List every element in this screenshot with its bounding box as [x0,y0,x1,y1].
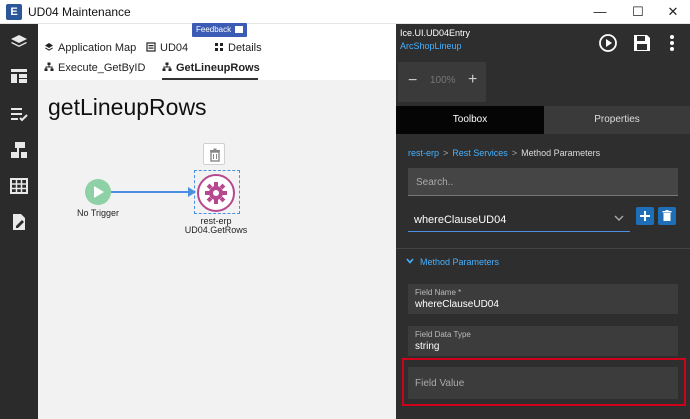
delete-parameter-button[interactable] [658,207,676,225]
tab-properties[interactable]: Properties [544,106,690,134]
chevron-down-icon [406,258,414,264]
tab-label: GetLineupRows [176,62,260,74]
feedback-chat-icon [235,26,244,33]
form-icon [146,42,156,52]
field-name-label: Field Name * [415,288,462,297]
feedback-label: Feedback [196,25,232,34]
properties-panel: Ice.UI.UD04Entry ArcShopLineup − 100% + … [396,24,690,419]
tab-execute-getbyid[interactable]: Execute_GetByID [44,62,145,74]
tab-label: Details [228,42,262,54]
parameter-select[interactable]: whereClauseUD04 [408,206,630,232]
field-data-type-input[interactable]: Field Data Type string [408,326,678,356]
trash-icon [662,210,672,221]
gear-icon [205,182,227,204]
field-value-placeholder: Field Value [415,378,465,389]
feedback-button[interactable]: Feedback [192,23,248,37]
active-tab-indicator [162,78,258,80]
run-button[interactable] [598,33,618,53]
edit-doc-icon[interactable] [9,212,29,232]
trigger-label: No Trigger [76,208,120,218]
zoom-control: − 100% + [398,62,486,102]
search-input[interactable]: Search.. [408,168,678,196]
details-icon [215,43,223,51]
field-data-type-label: Field Data Type [415,330,471,339]
more-options-button[interactable] [662,33,682,53]
grid-icon[interactable] [9,176,29,196]
tab-ud04[interactable]: UD04 [146,42,188,54]
close-button[interactable]: ✕ [655,0,690,24]
layout-icon[interactable] [9,66,29,86]
field-data-type-value: string [415,341,440,352]
parameter-select-value: whereClauseUD04 [414,214,507,226]
field-name-value: whereClauseUD04 [415,299,499,310]
search-placeholder: Search.. [416,177,454,188]
play-icon [94,186,104,198]
method-parameters-section-toggle[interactable]: Method Parameters [406,257,499,267]
chevron-down-icon [614,215,624,221]
tab-label: Application Map [58,42,137,54]
maximize-button[interactable]: ☐ [620,0,656,24]
zoom-in-button[interactable]: + [468,71,477,89]
breadcrumb-separator: > [511,148,518,158]
panel-tabs: Toolbox Properties [396,106,690,134]
tabs-bar: Feedback Application Map UD04 Details Ex… [38,23,396,80]
tab-toolbox[interactable]: Toolbox [396,106,544,134]
breadcrumb-rest-services[interactable]: Rest Services [452,148,508,158]
panel-subtitle-link[interactable]: ArcShopLineup [400,41,462,51]
zoom-level: 100% [430,75,456,86]
panel-title: Ice.UI.UD04Entry [400,28,471,38]
floppy-disk-icon [634,35,650,51]
play-circle-icon [599,34,617,52]
rest-erp-node[interactable] [197,174,235,212]
app-logo-icon: E [6,4,22,20]
breadcrumb-method-parameters: Method Parameters [521,148,601,158]
method-icon [44,62,54,71]
flow-connector[interactable] [111,191,191,193]
breadcrumb-separator: > [443,148,449,158]
checklist-icon[interactable] [9,104,29,124]
field-value-input[interactable]: Field Value [408,367,678,399]
designer-canvas[interactable]: Feedback Application Map UD04 Details Ex… [38,23,396,419]
kebab-menu-icon [670,35,674,51]
breadcrumb-rest-erp[interactable]: rest-erp [408,148,439,158]
trash-icon [210,148,220,162]
tab-application-map[interactable]: Application Map [44,42,136,54]
section-title: Method Parameters [420,257,500,267]
window-title: UD04 Maintenance [28,5,131,19]
minimize-button[interactable]: — [582,0,618,24]
trigger-node[interactable] [85,179,111,205]
panel-header: Ice.UI.UD04Entry ArcShopLineup [396,24,690,62]
title-bar: E UD04 Maintenance — ☐ ✕ [0,0,690,24]
layers-icon [45,43,53,51]
node-label-line2: UD04.GetRows [184,225,248,235]
flow-icon[interactable] [9,140,29,160]
section-divider [396,248,690,249]
delete-node-button[interactable] [203,143,225,165]
field-name-input[interactable]: Field Name * whereClauseUD04 [408,284,678,314]
tab-details[interactable]: Details [214,42,262,54]
tab-getlineuprows[interactable]: GetLineupRows [162,62,260,74]
method-icon [162,62,172,71]
layers-icon[interactable] [9,32,29,52]
plus-icon [640,211,650,221]
add-parameter-button[interactable] [636,207,654,225]
tab-label: UD04 [160,42,189,54]
breadcrumb: rest-erp > Rest Services > Method Parameters [408,148,600,158]
zoom-out-button[interactable]: − [408,72,417,90]
tab-label: Execute_GetByID [58,62,146,74]
save-button[interactable] [632,33,652,53]
left-rail [0,24,38,419]
page-title: getLineupRows [48,94,207,120]
